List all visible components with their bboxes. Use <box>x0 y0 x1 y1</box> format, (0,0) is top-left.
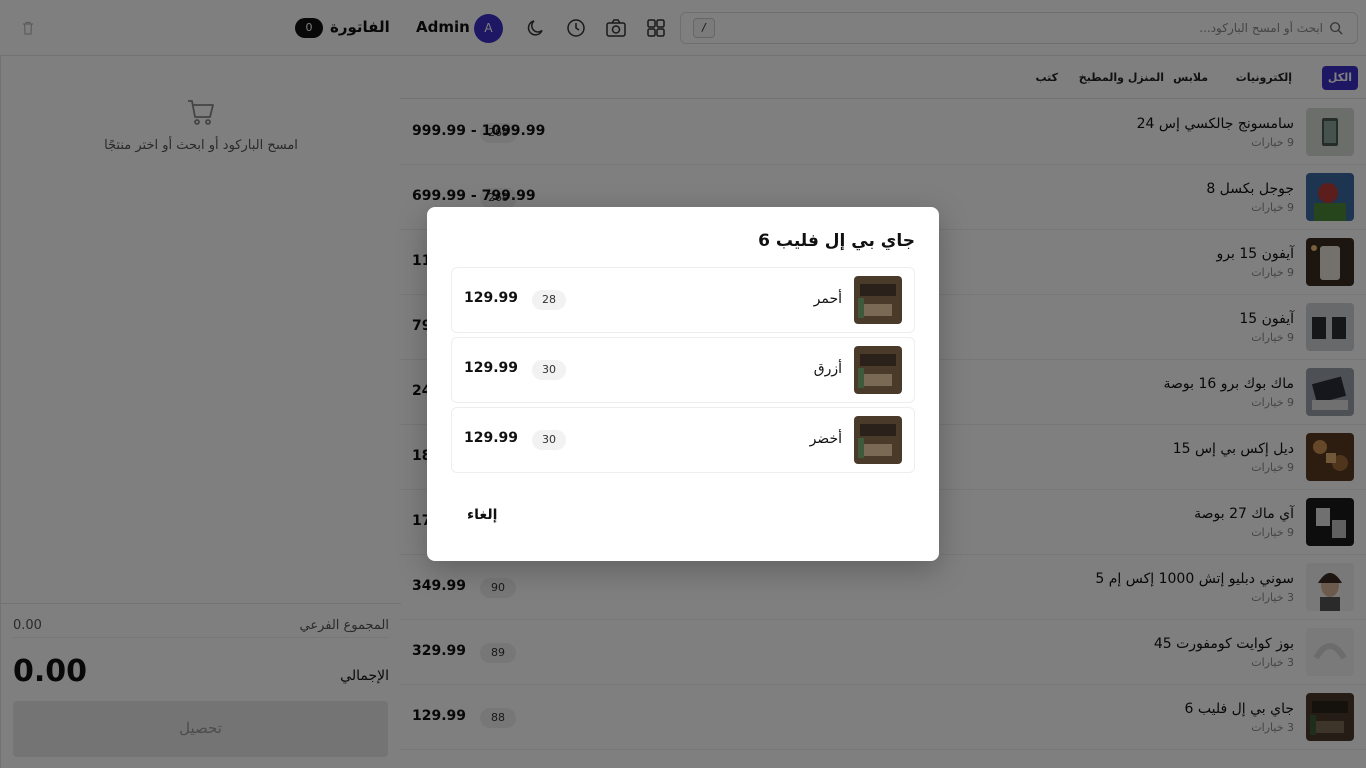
variant-image <box>854 276 902 324</box>
variant-option-red[interactable]: أحمر 28 129.99 <box>451 267 915 333</box>
variant-stock-badge: 28 <box>532 290 566 310</box>
variant-price: 129.99 <box>464 430 519 446</box>
variant-name: أخضر <box>809 431 842 447</box>
dialog-title: جاي بي إل فليب 6 <box>758 231 915 251</box>
variant-image <box>854 416 902 464</box>
variant-stock-badge: 30 <box>532 430 566 450</box>
variant-name: أحمر <box>813 291 842 307</box>
cancel-button[interactable]: إلغاء <box>467 507 497 523</box>
variant-option-blue[interactable]: أزرق 30 129.99 <box>451 337 915 403</box>
variant-image <box>854 346 902 394</box>
variant-price: 129.99 <box>464 290 519 306</box>
variant-stock-badge: 30 <box>532 360 566 380</box>
variant-dialog: جاي بي إل فليب 6 أحمر 28 129.99 أزرق 30 … <box>427 207 939 561</box>
variant-name: أزرق <box>813 361 842 377</box>
variant-option-green[interactable]: أخضر 30 129.99 <box>451 407 915 473</box>
variant-price: 129.99 <box>464 360 519 376</box>
